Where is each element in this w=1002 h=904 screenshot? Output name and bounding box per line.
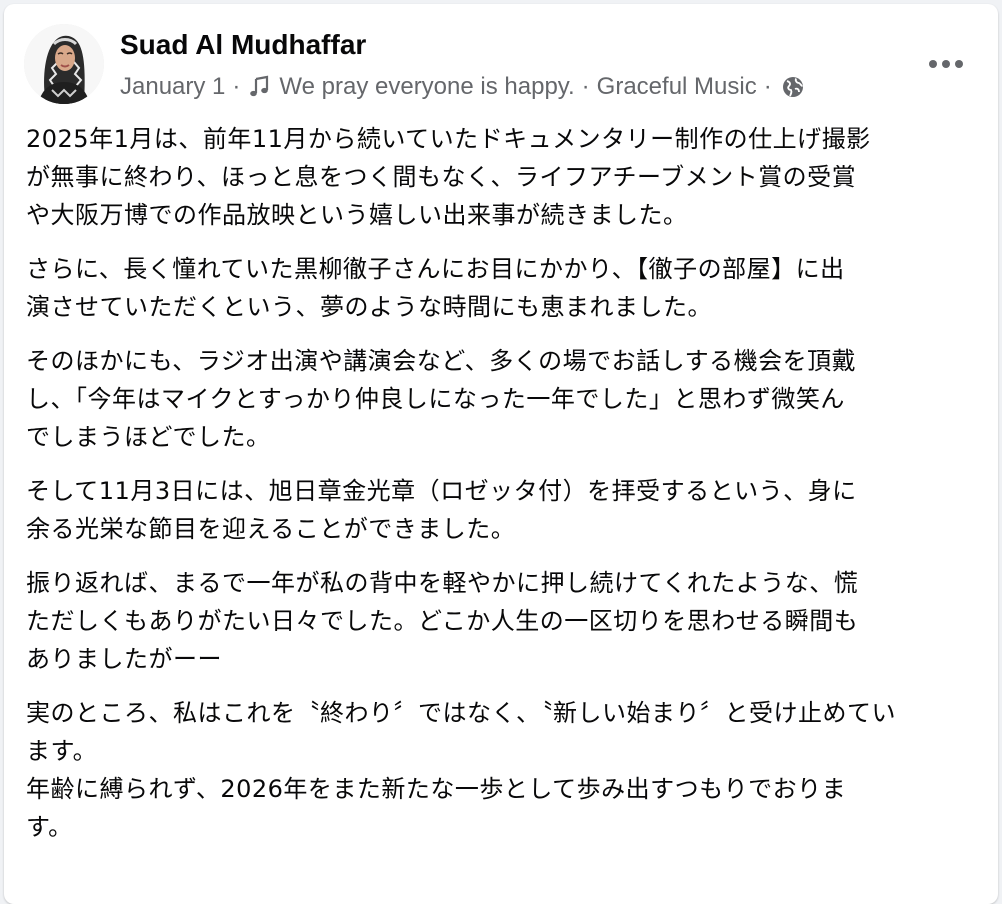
post-paragraph: そして11月3日には、旭日章金光章（ロゼッタ付）を拝受するという、身に 余る光栄… (26, 477, 857, 543)
post-meta: January 1 · We pray everyone is happy. ·… (120, 70, 805, 104)
post-paragraph: そのほかにも、ラジオ出演や講演会など、多くの場でお話しする機会を頂戴 し、「今年… (26, 347, 857, 451)
music-title[interactable]: We pray everyone is happy. (279, 73, 574, 101)
music-note-icon (247, 75, 271, 99)
meta-separator: · (232, 73, 241, 100)
post-card: Suad Al Mudhaffar January 1 · We pray ev… (4, 4, 998, 904)
globe-icon[interactable] (781, 75, 805, 99)
meta-separator: · (763, 73, 772, 100)
post-paragraph: 2025年1月は、前年11月から続いていたドキュメンタリー制作の仕上げ撮影 が無… (26, 125, 871, 229)
more-options-icon (929, 60, 963, 68)
meta-separator: · (581, 73, 590, 100)
more-options-button[interactable] (924, 46, 968, 82)
post-header: Suad Al Mudhaffar January 1 · We pray ev… (4, 4, 998, 114)
avatar[interactable] (24, 24, 104, 104)
post-paragraph: 実のところ、私はこれを〝終わり〞ではなく、〝新しい始まり〞と受け止めてい ます。… (26, 699, 896, 841)
post-paragraph: 振り返れば、まるで一年が私の背中を軽やかに押し続けてくれたような、慌 ただしくも… (26, 569, 859, 673)
post-paragraph: さらに、長く憧れていた黒柳徹子さんにお目にかかり、【徹子の部屋】に出 演させてい… (26, 255, 845, 321)
author-name[interactable]: Suad Al Mudhaffar (120, 28, 366, 62)
post-date[interactable]: January 1 (120, 73, 225, 101)
avatar-image (24, 24, 104, 104)
music-artist[interactable]: Graceful Music (597, 73, 757, 101)
post-body: 2025年1月は、前年11月から続いていたドキュメンタリー制作の仕上げ撮影 が無… (26, 120, 982, 862)
